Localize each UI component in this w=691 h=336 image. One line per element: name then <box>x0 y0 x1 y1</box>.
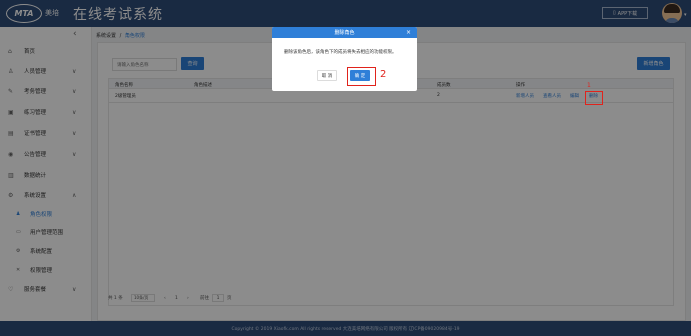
dialog-header: 删除角色 × <box>272 27 417 38</box>
annotation-box-delete <box>585 91 603 105</box>
delete-role-dialog: 删除角色 × 删除该角色后，该角色下的成员将失去相应的功能权限。 取 消 确 定 <box>272 27 417 91</box>
close-icon[interactable]: × <box>406 29 411 36</box>
dialog-message: 删除该角色后，该角色下的成员将失去相应的功能权限。 <box>284 50 397 55</box>
annotation-box-confirm <box>347 67 376 86</box>
dialog-title: 删除角色 <box>334 30 355 36</box>
cancel-button[interactable]: 取 消 <box>317 70 337 81</box>
annotation-step-1: 1 <box>587 82 591 89</box>
annotation-step-2: 2 <box>380 69 387 80</box>
